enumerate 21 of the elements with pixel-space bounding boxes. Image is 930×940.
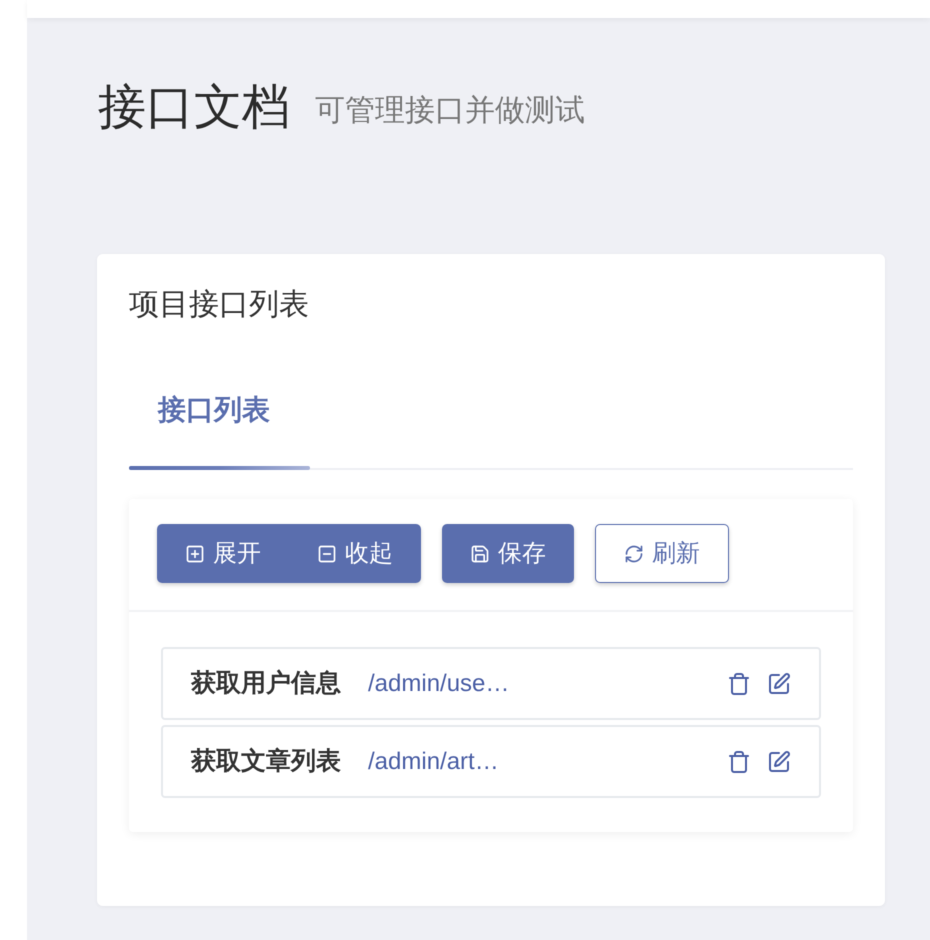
collapse-button[interactable]: 收起 bbox=[289, 524, 421, 583]
refresh-button[interactable]: 刷新 bbox=[595, 524, 729, 583]
edit-icon[interactable] bbox=[767, 750, 791, 774]
endpoint-name: 获取文章列表 bbox=[191, 746, 341, 777]
endpoint-path: /admin/art… bbox=[368, 746, 499, 776]
save-button[interactable]: 保存 bbox=[442, 524, 574, 583]
minus-square-icon bbox=[317, 544, 337, 564]
card-title: 项目接口列表 bbox=[129, 287, 309, 323]
endpoint-row[interactable]: 获取文章列表 /admin/art… bbox=[161, 725, 821, 798]
endpoint-path: /admin/use… bbox=[368, 668, 510, 698]
tab[interactable]: 接口列表 bbox=[129, 391, 310, 470]
refresh-icon bbox=[624, 544, 644, 564]
trash-icon[interactable] bbox=[727, 750, 751, 774]
page-subtitle: 可管理接口并做测试 bbox=[315, 93, 585, 129]
edit-icon[interactable] bbox=[767, 672, 791, 696]
plus-square-icon bbox=[185, 544, 205, 564]
expand-button[interactable]: 展开 bbox=[157, 524, 289, 583]
trash-icon[interactable] bbox=[727, 672, 751, 696]
endpoint-name: 获取用户信息 bbox=[191, 668, 341, 699]
page-title: 接口文档 bbox=[98, 80, 290, 136]
endpoint-row[interactable]: 获取用户信息 /admin/use… bbox=[161, 647, 821, 720]
